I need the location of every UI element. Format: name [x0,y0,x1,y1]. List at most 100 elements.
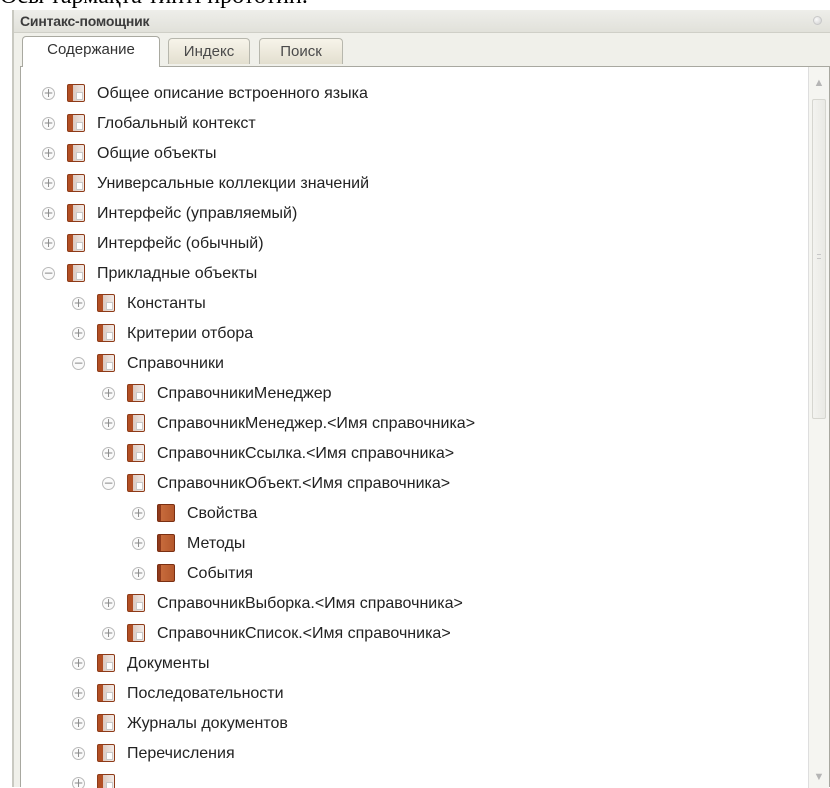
tree-item[interactable]: − Справочники [21,349,808,379]
tree-item[interactable]: − Прикладные объекты [21,259,808,289]
tree-item-label[interactable]: СправочникСсылка.<Имя справочника> [157,444,454,464]
expand-toggle-icon[interactable]: + [42,237,55,250]
folder-book-icon [97,324,115,342]
tree-item-label[interactable]: Константы [127,294,206,314]
tree-item-label[interactable]: Универсальные коллекции значений [97,174,369,194]
tree-item-label[interactable]: Свойства [187,504,257,524]
expand-toggle-icon[interactable]: + [132,567,145,580]
folder-book-icon [97,684,115,702]
expand-toggle-icon[interactable]: + [42,177,55,190]
tree-item-label[interactable]: Методы [187,534,245,554]
expand-toggle-icon[interactable]: + [102,627,115,640]
tree-item[interactable]: + Документы [21,649,808,679]
expand-toggle-icon[interactable]: + [72,687,85,700]
tree-item-label[interactable]: СправочникиМенеджер [157,384,332,404]
caption-text: Осы тармақта типті прототип. [0,0,830,9]
collapse-toggle-icon[interactable]: − [102,477,115,490]
tree-item-label[interactable]: Прикладные объекты [97,264,257,284]
scroll-thumb[interactable] [812,99,826,419]
folder-book-icon [67,234,85,252]
tree-item-label[interactable]: Общее описание встроенного языка [97,84,368,104]
expand-toggle-icon[interactable]: + [102,597,115,610]
folder-book-icon [127,624,145,642]
expand-toggle-icon[interactable]: + [72,717,85,730]
folder-book-icon [97,714,115,732]
tree-item-label[interactable]: Критерии отбора [127,324,253,344]
contents-tree: + Общее описание встроенного языка + Глобал… [21,67,808,788]
folder-book-icon [97,654,115,672]
tree-item-label[interactable]: Документы [127,654,209,674]
tree-item[interactable]: + [21,769,808,788]
book-icon [157,534,175,552]
tree-item-label[interactable]: Интерфейс (обычный) [97,234,264,254]
tree-item-label[interactable]: Интерфейс (управляемый) [97,204,297,224]
expand-toggle-icon[interactable]: + [42,87,55,100]
expand-toggle-icon[interactable]: + [132,537,145,550]
tree-item[interactable]: + Интерфейс (обычный) [21,229,808,259]
panel-title: Синтакс-помощник [20,13,150,29]
collapse-toggle-icon[interactable]: − [72,357,85,370]
tree-item[interactable]: + СправочникМенеджер.<Имя справочника> [21,409,808,439]
folder-book-icon [67,204,85,222]
tree-item-label[interactable]: Журналы документов [127,714,288,734]
tree-item[interactable]: + СправочникСсылка.<Имя справочника> [21,439,808,469]
scroll-grip-icon [817,254,821,259]
tree-item-label[interactable]: Справочники [127,354,224,374]
tree-item[interactable]: + Журналы документов [21,709,808,739]
tree-item-label[interactable]: Перечисления [127,744,235,764]
tree-item[interactable]: + Глобальный контекст [21,109,808,139]
expand-toggle-icon[interactable]: + [72,327,85,340]
panel-title-bar: Синтакс-помощник [14,10,830,33]
expand-toggle-icon[interactable]: + [42,147,55,160]
tree-item[interactable]: + Критерии отбора [21,319,808,349]
expand-toggle-icon[interactable]: + [72,747,85,760]
panel-menu-dot-icon[interactable] [813,16,822,25]
folder-book-icon [97,294,115,312]
expand-toggle-icon[interactable]: + [72,297,85,310]
folder-book-icon [67,114,85,132]
tree-item-label[interactable]: Глобальный контекст [97,114,256,134]
tree-item-label[interactable]: События [187,564,253,584]
folder-book-icon [97,354,115,372]
tree-item[interactable]: + Перечисления [21,739,808,769]
tree-item[interactable]: + СправочникиМенеджер [21,379,808,409]
tree-item[interactable]: + Свойства [21,499,808,529]
tab-contents[interactable]: Содержание [22,36,160,67]
tree-item[interactable]: + Константы [21,289,808,319]
scroll-down-arrow-icon[interactable]: ▼ [812,770,826,784]
tree-item[interactable]: + Методы [21,529,808,559]
tree-item[interactable]: + Последовательности [21,679,808,709]
tree-item[interactable]: + Интерфейс (управляемый) [21,199,808,229]
tab-search[interactable]: Поиск [259,38,343,64]
expand-toggle-icon[interactable]: + [102,447,115,460]
tree-item[interactable]: + СправочникВыборка.<Имя справочника> [21,589,808,619]
expand-toggle-icon[interactable]: + [42,207,55,220]
vertical-scrollbar[interactable]: ▲ ▼ [808,67,829,788]
expand-toggle-icon[interactable]: + [42,117,55,130]
expand-toggle-icon[interactable]: + [72,657,85,670]
tree-item[interactable]: + Общие объекты [21,139,808,169]
tree-item-label[interactable]: Общие объекты [97,144,217,164]
tree-item-label[interactable]: СправочникСписок.<Имя справочника> [157,624,451,644]
tree-item-label[interactable]: Последовательности [127,684,284,704]
tree-item-label[interactable]: СправочникОбъект.<Имя справочника> [157,474,450,494]
folder-book-icon [127,414,145,432]
tree-item[interactable]: + Общее описание встроенного языка [21,79,808,109]
tree-item[interactable]: + События [21,559,808,589]
tree-item-label[interactable]: СправочникВыборка.<Имя справочника> [157,594,463,614]
tab-index[interactable]: Индекс [168,38,250,64]
folder-book-icon [127,384,145,402]
expand-toggle-icon[interactable]: + [102,387,115,400]
collapse-toggle-icon[interactable]: − [42,267,55,280]
tree-item-label[interactable]: СправочникМенеджер.<Имя справочника> [157,414,475,434]
expand-toggle-icon[interactable]: + [72,777,85,788]
tree-item[interactable]: + СправочникСписок.<Имя справочника> [21,619,808,649]
book-icon [157,564,175,582]
expand-toggle-icon[interactable]: + [132,507,145,520]
folder-book-icon [67,84,85,102]
folder-book-icon [67,174,85,192]
tree-item[interactable]: + Универсальные коллекции значений [21,169,808,199]
expand-toggle-icon[interactable]: + [102,417,115,430]
scroll-up-arrow-icon[interactable]: ▲ [812,76,826,90]
tree-item[interactable]: − СправочникОбъект.<Имя справочника> [21,469,808,499]
